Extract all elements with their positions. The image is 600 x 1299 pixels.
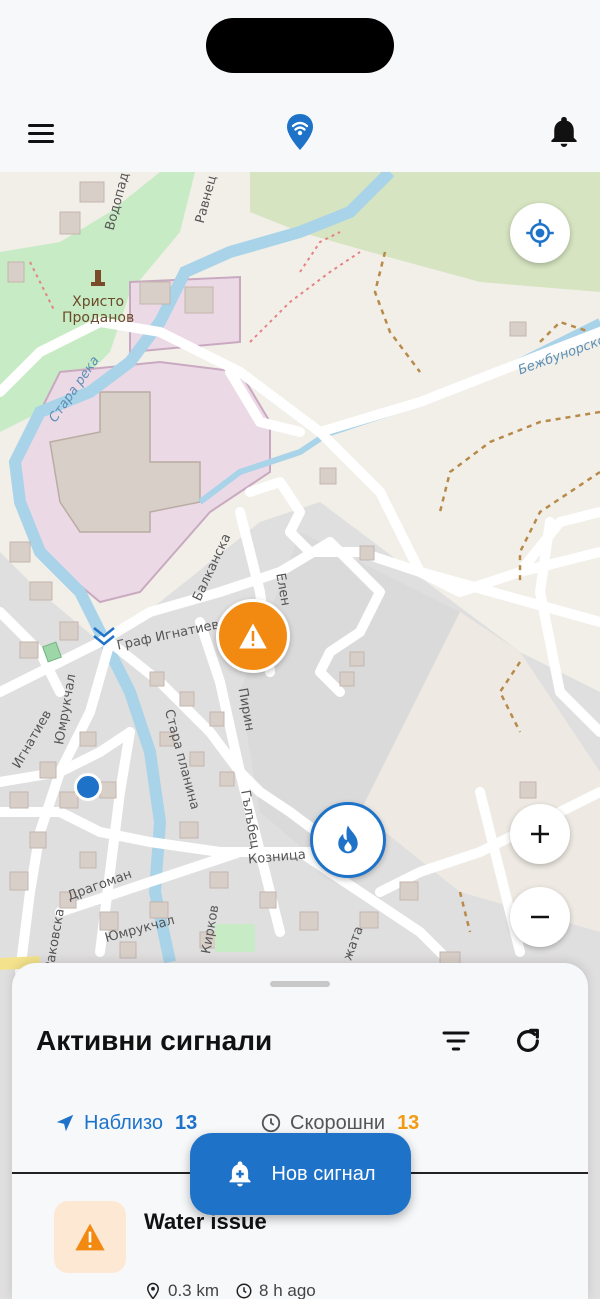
clock-icon <box>261 1113 281 1133</box>
zoom-in-button[interactable] <box>510 804 570 864</box>
plus-icon <box>531 825 549 843</box>
location-pin-icon <box>146 1282 160 1299</box>
alerts-bottom-sheet: Активни сигнали Наблизо 13 Скорошни 13 W… <box>12 963 588 1299</box>
zoom-out-button[interactable] <box>510 887 570 947</box>
locate-me-button[interactable] <box>510 203 570 263</box>
new-alert-button[interactable]: Нов сигнал <box>190 1133 411 1215</box>
map-label-church: Христо Проданов <box>62 294 135 326</box>
notifications-bell-icon[interactable] <box>546 114 582 150</box>
current-location-dot <box>74 773 102 801</box>
tab-label: Наблизо <box>84 1111 164 1134</box>
alert-time: 8 h ago <box>259 1281 316 1299</box>
app-logo-icon <box>287 114 313 150</box>
warning-icon <box>75 1223 105 1251</box>
tab-count: 13 <box>175 1111 198 1134</box>
new-alert-label: Нов сигнал <box>271 1162 376 1185</box>
alert-distance: 0.3 km <box>168 1281 220 1299</box>
alert-marker-warning[interactable] <box>216 599 290 673</box>
menu-icon[interactable] <box>26 118 58 150</box>
crosshair-icon <box>526 219 554 247</box>
warning-icon <box>239 623 267 649</box>
bell-plus-icon <box>229 1161 251 1187</box>
navigation-arrow-icon <box>56 1114 74 1132</box>
tab-label: Скорошни <box>290 1111 386 1134</box>
filter-icon[interactable] <box>440 1025 472 1057</box>
alert-marker-fire[interactable] <box>310 802 386 878</box>
tab-nearby[interactable]: Наблизо 13 <box>54 1105 197 1141</box>
minus-icon <box>531 915 549 919</box>
clock-icon <box>236 1283 252 1299</box>
sheet-drag-handle[interactable] <box>270 981 330 987</box>
tab-count: 13 <box>397 1111 420 1134</box>
flame-icon <box>338 825 358 854</box>
alert-meta: 0.3 km 8 h ago <box>144 1281 316 1299</box>
app-bar <box>0 96 600 172</box>
sheet-title: Активни сигнали <box>36 1025 273 1056</box>
dynamic-island <box>206 18 394 73</box>
refresh-icon[interactable] <box>512 1025 544 1057</box>
alert-type-badge <box>54 1201 126 1273</box>
